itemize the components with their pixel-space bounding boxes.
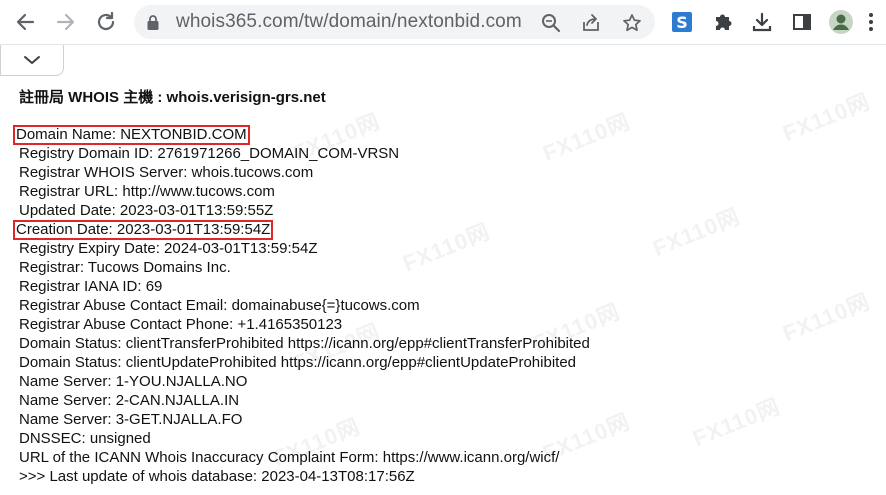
extensions-button[interactable] [710,8,736,36]
whois-line: Registrar: Tucows Domains Inc. [19,259,231,276]
whois-line-creation-date: Creation Date: 2023-03-01T13:59:54Z [13,220,869,240]
extension-s-icon: S [672,12,692,32]
collapse-tab[interactable] [0,45,64,76]
back-arrow-icon [16,13,35,31]
whois-line-domain-name: Domain Name: NEXTONBID.COM [13,125,869,145]
downloads-button[interactable] [749,8,775,36]
profile-button[interactable] [828,8,854,36]
browser-menu-button[interactable] [861,8,881,36]
whois-line: Registrar IANA ID: 69 [19,278,163,295]
back-button[interactable] [9,6,41,38]
zoom-icon [542,14,561,33]
whois-line: Registrar URL: http://www.tucows.com [19,183,275,200]
extension-s-button[interactable]: S [669,8,695,36]
whois-line: URL of the ICANN Whois Inaccuracy Compla… [19,449,560,466]
bookmark-star-icon [623,14,641,32]
whois-line: Registrar Abuse Contact Email: domainabu… [19,297,420,314]
whois-line: Domain Status: clientUpdateProhibited ht… [19,354,577,371]
highlight-box-creation-date: Creation Date: 2023-03-01T13:59:54Z [13,220,274,240]
reload-button[interactable] [90,6,122,38]
heading-whois-label: WHOIS [64,89,124,106]
side-panel-button[interactable] [789,8,815,36]
heading-server-value: : whois.verisign-grs.net [153,89,326,106]
share-icon [583,14,599,31]
whois-line: Updated Date: 2023-03-01T13:59:55Z [19,202,274,219]
download-icon [752,12,772,32]
bookmark-button[interactable] [621,12,643,34]
side-panel-icon [793,14,811,30]
whois-server-heading: 註冊局 WHOIS 主機 : whois.verisign-grs.net [19,87,869,109]
profile-avatar-icon [829,10,853,34]
url-text[interactable]: whois365.com/tw/domain/nextonbid.com [176,11,522,33]
whois-content: 註冊局 WHOIS 主機 : whois.verisign-grs.net Do… [13,87,869,486]
whois-line: DNSSEC: unsigned [19,430,151,447]
whois-line: Domain Status: clientTransferProhibited … [19,335,590,352]
forward-button[interactable] [50,6,82,38]
whois-line: Registry Domain ID: 2761971266_DOMAIN_CO… [19,145,400,162]
kebab-menu-icon [869,13,873,31]
whois-line: Registrar Abuse Contact Phone: +1.416535… [19,316,343,333]
whois-line: Registry Expiry Date: 2024-03-01T13:59:5… [19,240,318,257]
forward-arrow-icon [56,13,75,31]
whois-line: >>> Last update of whois database: 2023-… [19,468,415,485]
whois-line: Name Server: 1-YOU.NJALLA.NO [19,373,248,390]
chevron-down-icon [24,56,40,64]
lock-icon[interactable] [146,14,160,31]
share-button[interactable] [580,12,602,34]
puzzle-icon [716,14,732,30]
whois-line: Name Server: 2-CAN.NJALLA.IN [19,392,240,409]
whois-line: Registrar WHOIS Server: whois.tucows.com [19,164,314,181]
zoom-button[interactable] [540,12,562,34]
browser-toolbar: whois365.com/tw/domain/nextonbid.com S [0,0,886,45]
reload-icon [97,11,115,31]
heading-host-label: 主機 [123,88,154,106]
highlight-box-domain-name: Domain Name: NEXTONBID.COM [13,125,250,145]
heading-registry-label: 註冊局 [19,88,65,106]
whois-line: Name Server: 3-GET.NJALLA.FO [19,411,243,428]
svg-text:S: S [676,13,688,32]
address-bar[interactable]: whois365.com/tw/domain/nextonbid.com [134,5,655,39]
